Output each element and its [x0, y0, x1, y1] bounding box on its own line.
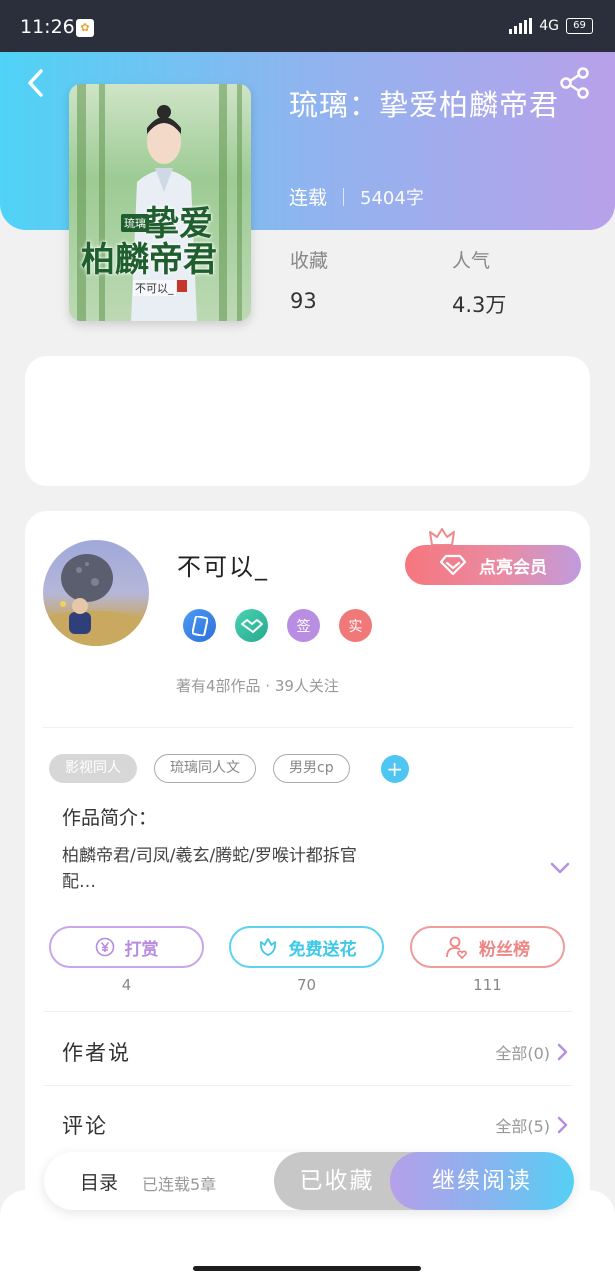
toc-button[interactable]: 目录: [80, 1168, 118, 1195]
info-card: [25, 356, 590, 486]
verified-badge[interactable]: 实: [339, 609, 372, 642]
tag-item[interactable]: 男男cp: [273, 754, 350, 783]
flower-icon: [259, 938, 276, 956]
stat-value: 93: [290, 289, 317, 313]
book-meta: 连载 5404字: [289, 183, 424, 210]
book-word-count: 5404字: [360, 187, 424, 209]
bottom-action-bar: 目录 已连载5章 已收藏 继续阅读: [44, 1152, 574, 1210]
meta-divider: [343, 187, 345, 206]
user-heart-icon: [446, 936, 467, 959]
handshake-badge-icon[interactable]: [235, 609, 268, 642]
book-title: 琉璃：挚爱柏麟帝君: [289, 88, 560, 122]
chevron-right-icon: [557, 1043, 568, 1061]
back-button[interactable]: [22, 66, 52, 100]
author-badges: 签 实: [183, 609, 372, 642]
signed-badge[interactable]: 签: [287, 609, 320, 642]
comments-more-label: 全部(5): [495, 1117, 550, 1136]
intro-text: 柏麟帝君/司凤/羲玄/腾蛇/罗喉计都拆官配…: [62, 846, 357, 892]
author-says-row[interactable]: 作者说 全部(0): [62, 1037, 568, 1067]
status-bar: 11:26 ✿ 4G 69: [0, 0, 615, 52]
author-name[interactable]: 不可以_: [177, 547, 269, 582]
send-flower-button[interactable]: 免费送花: [229, 926, 384, 968]
send-flower-label: 免费送花: [288, 939, 357, 960]
cover-bamboo: [219, 84, 227, 321]
book-cover[interactable]: 挚爱 柏麟帝君 琉璃 不可以_: [69, 84, 251, 321]
divider: [43, 727, 573, 728]
comments-title: 评论: [62, 1114, 108, 1138]
status-time: 11:26: [20, 16, 75, 38]
stat-label: 人气: [452, 250, 491, 272]
stat-value: 4.3万: [452, 293, 507, 317]
cover-title-line2: 柏麟帝君: [81, 240, 217, 280]
fan-ranking-label: 粉丝榜: [479, 939, 530, 960]
yen-icon: [95, 937, 114, 957]
stat-popularity: 人气 4.3万: [452, 246, 506, 319]
tip-label: 打赏: [124, 939, 159, 960]
cover-bamboo: [237, 84, 242, 321]
cover-seal: [177, 280, 187, 292]
tag-item[interactable]: 琉璃同人文: [154, 754, 256, 783]
add-tag-button[interactable]: +: [380, 754, 409, 783]
divider: [43, 1085, 573, 1086]
chevron-right-icon: [557, 1116, 568, 1134]
stat-label: 收藏: [290, 250, 329, 272]
favorited-label: 已收藏: [299, 1168, 375, 1194]
phone-badge-icon[interactable]: [183, 609, 216, 642]
tag-item[interactable]: 影视同人: [49, 754, 137, 783]
author-says-title: 作者说: [62, 1041, 131, 1065]
signal-icon: [509, 18, 533, 34]
flower-count: 70: [296, 976, 317, 994]
home-indicator: [193, 1266, 421, 1271]
notification-icon: ✿: [76, 19, 94, 37]
crown-icon: [429, 528, 455, 546]
chevron-down-icon[interactable]: [549, 861, 571, 875]
continue-reading-button[interactable]: 继续阅读: [390, 1152, 574, 1210]
stat-favorites: 收藏 93: [290, 246, 328, 313]
tag-list: 影视同人 琉璃同人文 男男cp +: [49, 754, 409, 783]
network-label: 4G: [539, 18, 559, 34]
cover-title-line1: 挚爱: [145, 204, 213, 244]
vip-button[interactable]: 点亮会员: [405, 545, 581, 585]
comments-row[interactable]: 评论 全部(5): [62, 1110, 568, 1140]
diamond-icon: [439, 554, 467, 576]
battery-icon: 69: [566, 18, 593, 34]
vip-label: 点亮会员: [479, 557, 547, 578]
avatar[interactable]: [43, 540, 149, 646]
cover-title-art: 挚爱 柏麟帝君: [81, 206, 217, 278]
author-says-more[interactable]: 全部(0): [495, 1040, 568, 1064]
author-says-more-label: 全部(0): [495, 1044, 550, 1063]
chapter-count: 已连载5章: [142, 1175, 217, 1194]
cover-bamboo: [77, 84, 86, 321]
book-status: 连载: [289, 187, 328, 209]
tip-button[interactable]: 打赏: [49, 926, 204, 968]
intro-label: 作品简介：: [62, 807, 158, 829]
author-summary: 著有4部作品 · 39人关注: [176, 677, 339, 695]
comments-more[interactable]: 全部(5): [495, 1113, 568, 1137]
chevron-left-icon: [28, 69, 43, 97]
avatar-illustration: [43, 554, 149, 646]
tip-count: 4: [121, 976, 132, 994]
fan-count: 111: [473, 976, 502, 994]
fan-ranking-button[interactable]: 粉丝榜: [410, 926, 565, 968]
cover-bamboo: [99, 84, 105, 321]
cover-tag: 琉璃: [121, 214, 149, 232]
divider: [43, 1011, 573, 1012]
cover-author: 不可以_: [133, 280, 176, 296]
